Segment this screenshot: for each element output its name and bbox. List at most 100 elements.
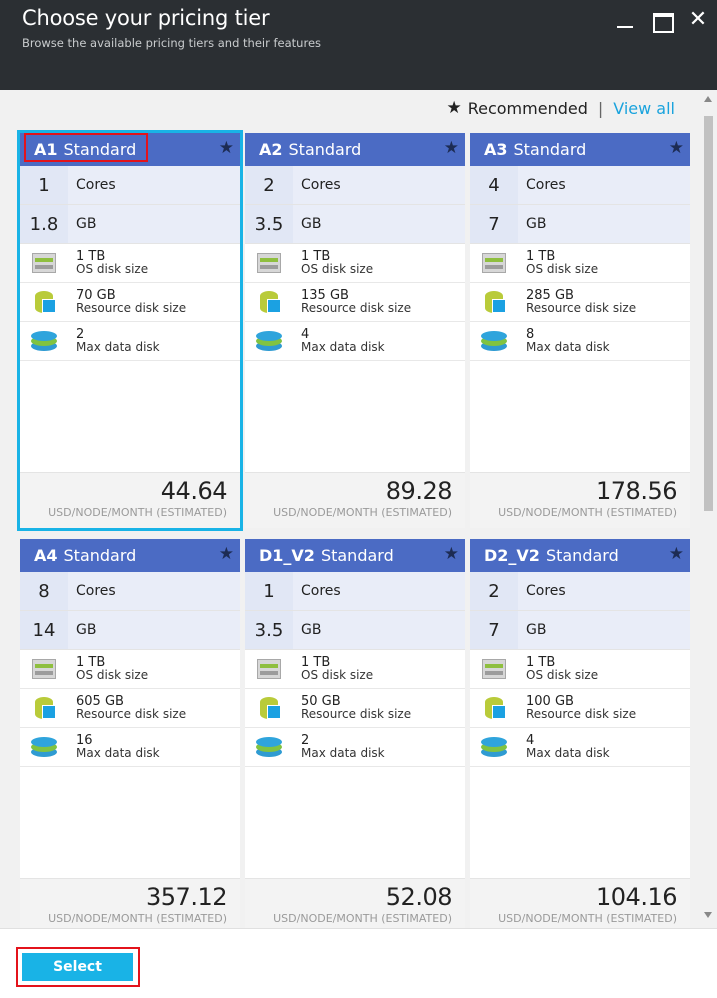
max-data-disk-row: 16 Max data disk [20, 728, 240, 767]
resource-disk-row: 605 GB Resource disk size [20, 689, 240, 728]
maximize-icon[interactable] [650, 8, 674, 33]
scroll-up-icon[interactable] [704, 96, 712, 102]
tier-header: D1_V2 Standard ★ [245, 539, 465, 572]
storage-icon [485, 697, 506, 719]
pricing-tier-card-a3[interactable]: A3 Standard ★ 4 Cores 7 GB 1 TB OS disk … [470, 133, 690, 528]
os-disk-row: 1 TB OS disk size [470, 244, 690, 283]
price-footer: 89.28 USD/NODE/MONTH (ESTIMATED) [245, 472, 465, 528]
cores-value: 8 [20, 572, 68, 610]
tier-code: A2 [259, 140, 283, 159]
resource-disk-row: 100 GB Resource disk size [470, 689, 690, 728]
star-icon[interactable]: ★ [444, 138, 459, 158]
close-icon[interactable]: ✕ [686, 8, 710, 32]
os-disk-row: 1 TB OS disk size [20, 650, 240, 689]
resource-disk-row: 50 GB Resource disk size [245, 689, 465, 728]
cores-row: 2 Cores [245, 166, 465, 205]
disk-icon [32, 659, 56, 679]
price-amount: 104.16 [596, 883, 677, 911]
tier-code: A3 [484, 140, 508, 159]
os-disk-label: OS disk size [526, 262, 599, 276]
data-disk-icon [256, 331, 282, 351]
pricing-tier-card-a1[interactable]: A1 Standard ★ 1 Cores 1.8 GB 1 TB OS dis… [17, 130, 243, 531]
ram-row: 3.5 GB [245, 205, 465, 244]
max-data-disk-row: 4 Max data disk [245, 322, 465, 361]
recommended-label: Recommended [467, 98, 588, 118]
max-data-disk-row: 8 Max data disk [470, 322, 690, 361]
tier-name: Standard [288, 140, 362, 159]
tier-header: A3 Standard ★ [470, 133, 690, 166]
cores-label: Cores [301, 177, 341, 193]
price-unit: USD/NODE/MONTH (ESTIMATED) [273, 912, 452, 925]
storage-icon [260, 291, 281, 313]
os-disk-label: OS disk size [301, 668, 374, 682]
minimize-icon[interactable] [614, 8, 638, 32]
storage-icon [35, 291, 56, 313]
storage-icon [485, 291, 506, 313]
page-title: Choose your pricing tier [22, 6, 270, 30]
data-disk-icon [256, 737, 282, 757]
cores-row: 2 Cores [470, 572, 690, 611]
price-amount: 357.12 [146, 883, 227, 911]
tier-code: D2_V2 [484, 546, 540, 565]
scroll-down-icon[interactable] [704, 912, 712, 918]
max-data-disk-label: Max data disk [526, 340, 610, 354]
max-data-disk-label: Max data disk [526, 746, 610, 760]
disk-icon [482, 253, 506, 273]
max-data-disk-row: 4 Max data disk [470, 728, 690, 767]
resource-disk-row: 135 GB Resource disk size [245, 283, 465, 322]
price-footer: 104.16 USD/NODE/MONTH (ESTIMATED) [470, 878, 690, 928]
tier-name: Standard [320, 546, 394, 565]
tier-code: A1 [34, 140, 58, 159]
tier-name: Standard [63, 546, 137, 565]
data-disk-icon [481, 737, 507, 757]
ram-row: 7 GB [470, 205, 690, 244]
cores-row: 4 Cores [470, 166, 690, 205]
cores-label: Cores [526, 177, 566, 193]
cores-value: 1 [245, 572, 293, 610]
tier-header: A4 Standard ★ [20, 539, 240, 572]
pricing-tier-card-d1_v2[interactable]: D1_V2 Standard ★ 1 Cores 3.5 GB 1 TB OS … [245, 539, 465, 928]
recommended-bar: ★ Recommended | View all [446, 96, 675, 120]
os-disk-row: 1 TB OS disk size [470, 650, 690, 689]
star-icon[interactable]: ★ [669, 544, 684, 564]
cores-value: 4 [470, 166, 518, 204]
star-icon[interactable]: ★ [444, 544, 459, 564]
star-icon[interactable]: ★ [669, 138, 684, 158]
data-disk-icon [481, 331, 507, 351]
select-button[interactable]: Select [22, 953, 133, 981]
price-unit: USD/NODE/MONTH (ESTIMATED) [48, 506, 227, 519]
price-amount: 89.28 [385, 477, 453, 505]
cores-label: Cores [76, 177, 116, 193]
ram-value: 1.8 [20, 205, 68, 243]
max-data-disk-label: Max data disk [301, 746, 385, 760]
blade-footer: Select [0, 928, 717, 998]
tier-header: A1 Standard ★ [20, 133, 240, 166]
disk-icon [257, 253, 281, 273]
price-footer: 44.64 USD/NODE/MONTH (ESTIMATED) [20, 472, 240, 528]
disk-icon [482, 659, 506, 679]
price-amount: 178.56 [596, 477, 677, 505]
scrollbar[interactable] [700, 90, 717, 928]
resource-disk-label: Resource disk size [76, 707, 187, 721]
pricing-tier-card-d2_v2[interactable]: D2_V2 Standard ★ 2 Cores 7 GB 1 TB OS di… [470, 539, 690, 928]
pricing-tier-card-a2[interactable]: A2 Standard ★ 2 Cores 3.5 GB 1 TB OS dis… [245, 133, 465, 528]
star-icon[interactable]: ★ [219, 544, 234, 564]
scrollbar-thumb[interactable] [704, 116, 713, 511]
ram-value: 3.5 [245, 611, 293, 649]
star-icon[interactable]: ★ [219, 138, 234, 158]
disk-icon [32, 253, 56, 273]
os-disk-row: 1 TB OS disk size [20, 244, 240, 283]
pricing-content: ★ Recommended | View all A1 Standard ★ 1… [0, 90, 717, 928]
ram-label: GB [526, 622, 547, 638]
view-all-link[interactable]: View all [613, 99, 675, 118]
resource-disk-row: 70 GB Resource disk size [20, 283, 240, 322]
ram-value: 3.5 [245, 205, 293, 243]
tier-name: Standard [545, 546, 619, 565]
pricing-tier-card-a4[interactable]: A4 Standard ★ 8 Cores 14 GB 1 TB OS disk… [20, 539, 240, 928]
cores-row: 1 Cores [20, 166, 240, 205]
cores-label: Cores [301, 583, 341, 599]
separator: | [597, 98, 604, 118]
cores-value: 1 [20, 166, 68, 204]
cores-label: Cores [526, 583, 566, 599]
ram-value: 7 [470, 611, 518, 649]
